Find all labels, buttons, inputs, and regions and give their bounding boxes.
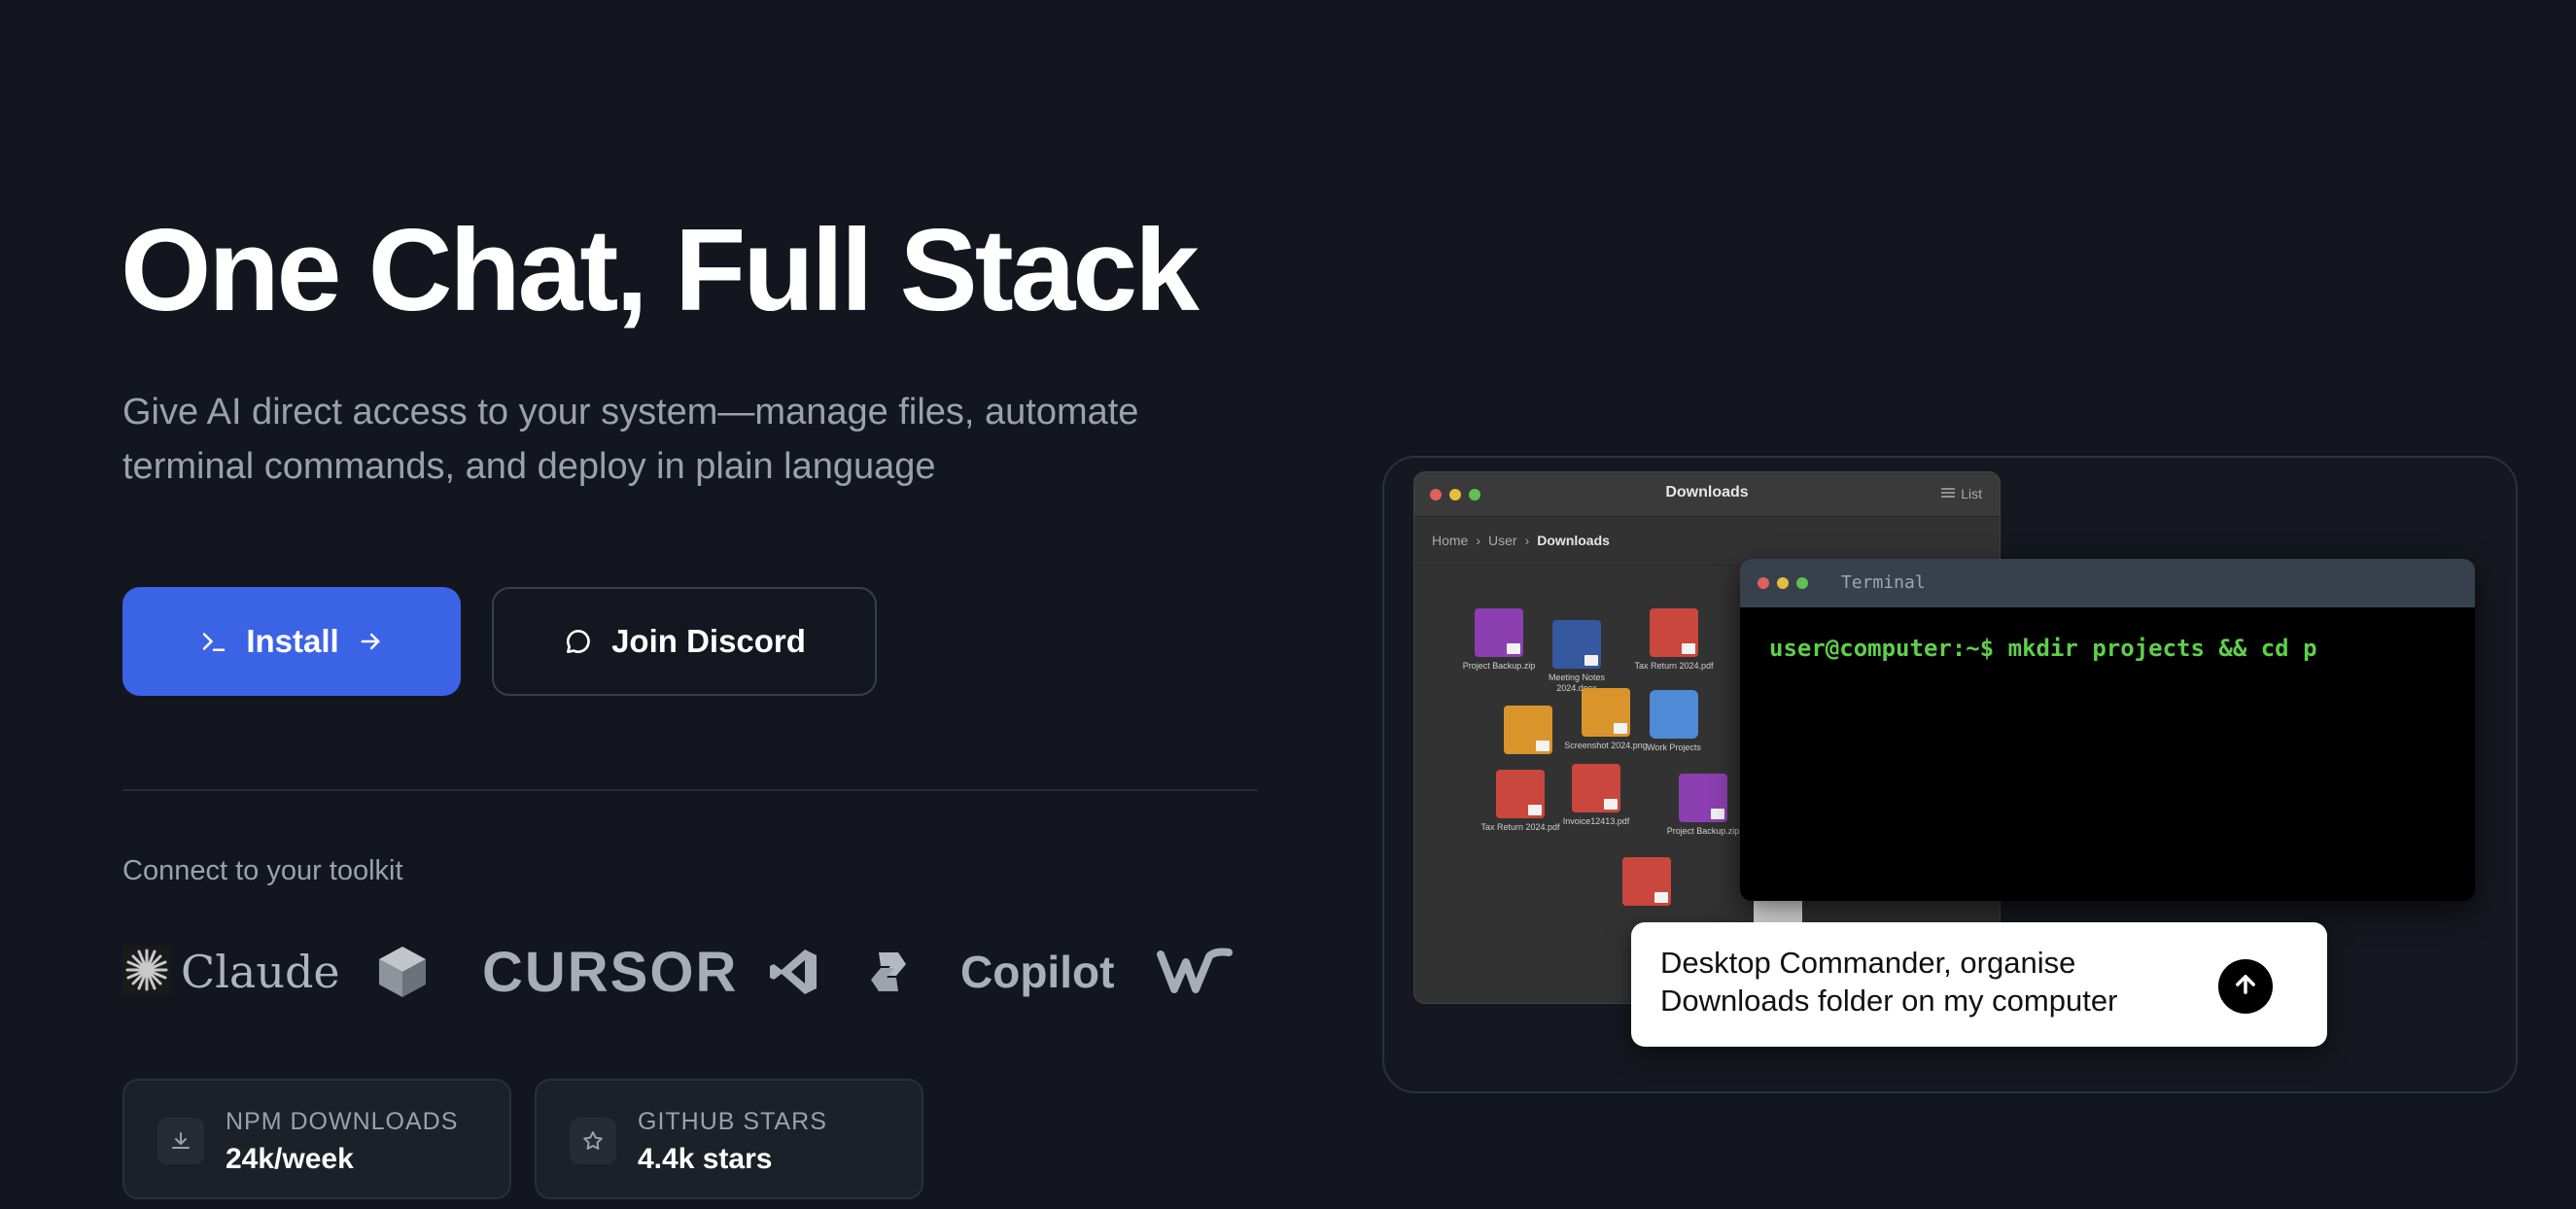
breadcrumb-downloads[interactable]: Downloads bbox=[1537, 533, 1610, 549]
star-icon bbox=[570, 1118, 616, 1164]
terminal-titlebar: Terminal bbox=[1740, 559, 2475, 607]
folder-icon bbox=[1650, 690, 1698, 739]
pdf-file-icon bbox=[1622, 857, 1671, 906]
pdf-file-icon bbox=[1572, 764, 1620, 812]
list-icon bbox=[1941, 486, 1956, 501]
stat-value: 24k/week bbox=[226, 1143, 354, 1175]
finder-titlebar: Downloads List bbox=[1414, 472, 2000, 517]
stat-value: 4.4k stars bbox=[638, 1143, 773, 1175]
breadcrumb-user[interactable]: User bbox=[1488, 533, 1517, 549]
stat-label: GITHUB STARS bbox=[638, 1108, 827, 1135]
finder-title: Downloads bbox=[1665, 484, 1749, 501]
terminal-output[interactable]: user@computer:~$ mkdir projects && cd p bbox=[1740, 607, 2475, 689]
breadcrumb-home[interactable]: Home bbox=[1432, 533, 1468, 549]
hero-subtitle: Give AI direct access to your system—man… bbox=[122, 392, 1139, 487]
doc-file-icon bbox=[1552, 620, 1601, 669]
close-dot[interactable] bbox=[1758, 577, 1769, 589]
vscode-icon[interactable] bbox=[768, 933, 818, 1011]
stat-label: NPM DOWNLOADS bbox=[226, 1108, 459, 1135]
view-label: List bbox=[1961, 486, 1982, 501]
github-stars-card: GITHUB STARS 4.4k stars bbox=[535, 1079, 923, 1199]
zip-file-icon bbox=[1475, 608, 1523, 657]
terminal-title: Terminal bbox=[1841, 572, 1926, 593]
image-file-icon bbox=[1582, 688, 1630, 737]
cursor-wordmark[interactable]: CURSOR bbox=[482, 933, 738, 1011]
prompt-text: Desktop Commander, organise Downloads fo… bbox=[1660, 946, 2118, 1018]
cube-icon[interactable] bbox=[377, 933, 428, 1011]
arrow-up-icon bbox=[2232, 971, 2259, 1003]
breadcrumb-separator: › bbox=[1476, 533, 1481, 548]
file-item[interactable]: Project Backup.zip bbox=[1659, 774, 1747, 837]
toolkit-logos: Claude CURSOR Copilot bbox=[122, 933, 1240, 1011]
image-file-icon bbox=[1504, 706, 1552, 754]
send-button[interactable] bbox=[2218, 959, 2273, 1014]
install-label: Install bbox=[246, 623, 339, 659]
minimize-dot[interactable] bbox=[1777, 577, 1789, 589]
window-controls bbox=[1758, 577, 1808, 589]
zip-file-icon bbox=[1679, 774, 1727, 822]
claude-logo[interactable]: Claude bbox=[122, 933, 340, 1011]
claude-wordmark: Claude bbox=[181, 946, 340, 998]
hero-title: One Chat, Full Stack bbox=[121, 205, 1200, 335]
file-item[interactable]: Meeting Notes 2024.docx bbox=[1533, 620, 1620, 694]
copilot-icon[interactable] bbox=[863, 933, 914, 1011]
terminal-prompt-icon bbox=[199, 627, 228, 656]
pdf-file-icon bbox=[1650, 608, 1698, 657]
landing-page: One Chat, Full Stack Give AI direct acce… bbox=[0, 0, 2576, 1209]
arrow-right-icon bbox=[357, 628, 384, 655]
file-item[interactable] bbox=[1484, 706, 1572, 758]
download-icon bbox=[157, 1118, 204, 1164]
demo-card: Downloads List Home › User › Downloads P… bbox=[1382, 456, 2518, 1093]
breadcrumb-separator: › bbox=[1524, 533, 1530, 548]
file-item[interactable]: Tax Return 2024.pdf bbox=[1630, 608, 1718, 672]
file-item[interactable]: Work Projects bbox=[1630, 690, 1718, 753]
file-item[interactable] bbox=[1603, 857, 1690, 910]
copilot-wordmark[interactable]: Copilot bbox=[960, 933, 1114, 1011]
file-item[interactable]: Tax Return 2024.pdf bbox=[1477, 770, 1564, 833]
file-item[interactable]: Invoice12413.pdf bbox=[1552, 764, 1640, 827]
npm-downloads-card: NPM DOWNLOADS 24k/week bbox=[122, 1079, 511, 1199]
join-discord-button[interactable]: Join Discord bbox=[492, 587, 877, 696]
maximize-dot[interactable] bbox=[1796, 577, 1808, 589]
pdf-file-icon bbox=[1496, 770, 1545, 818]
file-item[interactable]: Project Backup.zip bbox=[1455, 608, 1543, 672]
terminal-window: Terminal user@computer:~$ mkdir projects… bbox=[1740, 559, 2475, 901]
chat-prompt-bubble[interactable]: Desktop Commander, organise Downloads fo… bbox=[1631, 922, 2327, 1047]
toolkit-label: Connect to your toolkit bbox=[122, 855, 403, 886]
section-divider bbox=[122, 789, 1258, 791]
discord-label: Join Discord bbox=[611, 623, 806, 659]
windsurf-icon[interactable] bbox=[1157, 933, 1233, 1011]
install-button[interactable]: Install bbox=[122, 587, 461, 696]
chat-bubble-icon bbox=[563, 626, 594, 657]
claude-sparkle-icon bbox=[122, 945, 171, 999]
view-toggle[interactable]: List bbox=[1941, 486, 1982, 501]
